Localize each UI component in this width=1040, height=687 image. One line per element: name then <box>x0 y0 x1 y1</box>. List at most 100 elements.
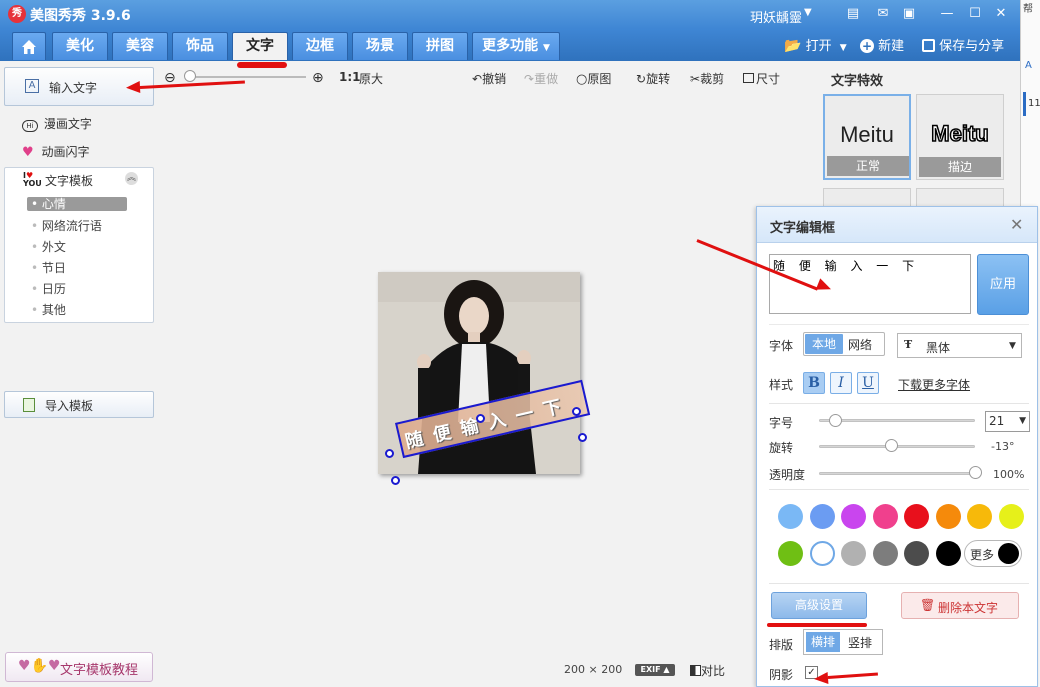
effect-card-partial[interactable] <box>916 188 1004 206</box>
exif-button[interactable]: EXIF ▲ <box>635 664 675 676</box>
more-colors-button[interactable]: 更多 <box>964 540 1022 567</box>
effect-normal[interactable]: Meitu 正常 <box>823 94 911 180</box>
color-swatch[interactable] <box>998 504 1024 529</box>
template-category-item[interactable]: • 外文 <box>31 238 66 255</box>
advanced-settings-button[interactable]: 高级设置 <box>771 592 867 619</box>
skin-icon[interactable]: ▤ <box>843 4 863 24</box>
template-category-item[interactable]: • 网络流行语 <box>31 217 102 234</box>
font-size-slider-thumb[interactable] <box>828 414 842 427</box>
template-category-item[interactable]: • 节日 <box>31 259 66 276</box>
undo-button[interactable]: ↶撤销 <box>472 70 506 87</box>
annotation-underline-text-tab <box>237 62 287 68</box>
color-swatch[interactable] <box>809 504 835 529</box>
color-swatch[interactable] <box>904 504 929 529</box>
template-category-label: 日历 <box>41 282 66 296</box>
tab-beauty[interactable]: 美容 <box>112 32 168 60</box>
original-image-button[interactable]: ○原图 <box>576 70 611 87</box>
original-size-button[interactable]: 原大 <box>359 70 383 87</box>
color-swatch[interactable] <box>841 504 866 529</box>
close-icon[interactable]: ✕ <box>991 4 1011 24</box>
template-tutorial-button[interactable]: ♥✋♥ 文字模板教程 <box>5 652 153 682</box>
selection-handle[interactable] <box>578 433 587 442</box>
tab-accessories[interactable]: 饰品 <box>172 32 228 60</box>
layout-label: 排版 <box>769 638 794 652</box>
tab-beautify[interactable]: 美化 <box>52 32 108 60</box>
text-input-area[interactable]: 随 便 输 入 一 下 <box>769 254 971 314</box>
template-category-item[interactable]: • 其他 <box>31 301 66 318</box>
image-size-label: 200 × 200 <box>564 663 622 676</box>
tab-collage[interactable]: 拼图 <box>412 32 468 60</box>
tab-home[interactable] <box>12 32 46 60</box>
color-swatch[interactable] <box>778 504 803 529</box>
dialog-close-icon[interactable]: ✕ <box>1010 215 1023 234</box>
opacity-slider[interactable] <box>819 472 975 475</box>
color-swatch[interactable] <box>809 541 835 566</box>
tab-scenes[interactable]: 场景 <box>352 32 408 60</box>
menu-icon[interactable]: ▣ <box>899 4 919 24</box>
maximize-icon[interactable]: ☐ <box>965 4 985 24</box>
effect-card-partial[interactable] <box>823 188 911 206</box>
zoom-in-icon[interactable]: ⊕ <box>312 70 324 86</box>
font-source-web[interactable]: 网络 <box>848 336 872 353</box>
color-swatch[interactable] <box>935 541 961 566</box>
template-category-item[interactable]: • 日历 <box>31 280 66 297</box>
tutorial-label: 文字模板教程 <box>60 663 139 678</box>
download-fonts-link[interactable]: 下载更多字体 <box>898 376 970 393</box>
tab-more-features[interactable]: 更多功能 ▼ <box>472 32 560 60</box>
crop-button[interactable]: ✂裁剪 <box>690 70 724 87</box>
save-share-label: 保存与分享 <box>939 39 1005 54</box>
feedback-icon[interactable]: ✉ <box>873 4 893 24</box>
opacity-slider-thumb[interactable] <box>969 466 982 479</box>
color-swatch[interactable] <box>967 504 992 529</box>
resize-button[interactable]: 尺寸 <box>743 70 780 87</box>
italic-button[interactable]: I <box>830 372 852 394</box>
redo-button[interactable]: ↷重做 <box>524 70 558 87</box>
bold-button[interactable]: B <box>803 372 825 394</box>
zoom-slider[interactable] <box>186 76 306 78</box>
selection-handle[interactable] <box>391 476 400 485</box>
effect-outline[interactable]: Meitu 描边 <box>916 94 1004 180</box>
color-swatch[interactable] <box>778 541 803 566</box>
layout-vertical[interactable]: 竖排 <box>848 634 872 651</box>
underline-button[interactable]: U <box>857 372 879 394</box>
color-swatch[interactable] <box>872 504 898 529</box>
user-name[interactable]: 玥妖龋靈 <box>750 7 802 26</box>
font-source-local[interactable]: 本地 <box>805 334 843 354</box>
font-family-select[interactable]: Ŧ 黑体 ▼ <box>897 333 1022 358</box>
rotate-button[interactable]: ↻旋转 <box>636 70 670 87</box>
more-colors-label: 更多 <box>970 548 995 562</box>
tab-frames[interactable]: 边框 <box>292 32 348 60</box>
user-menu-caret-icon[interactable]: ▼ <box>804 7 812 18</box>
tab-text[interactable]: 文字 <box>232 32 288 60</box>
app-logo: 秀 <box>8 5 26 23</box>
comic-text-item[interactable]: Hi 漫画文字 <box>22 115 92 132</box>
color-swatch[interactable] <box>935 504 961 529</box>
chevron-down-icon: ▼ <box>1009 341 1016 351</box>
apply-button[interactable]: 应用 <box>977 254 1029 315</box>
animated-text-item[interactable]: ♥ 动画闪字 <box>22 143 90 160</box>
save-share-button[interactable]: 保存与分享 <box>922 35 1004 54</box>
rotate-slider-thumb[interactable] <box>884 439 898 452</box>
template-category-item[interactable]: • 心情 <box>27 197 127 211</box>
folder-icon: 📂 <box>784 38 802 54</box>
minimize-icon[interactable]: — <box>937 4 957 24</box>
open-button[interactable]: 📂 打开 ▼ <box>784 35 847 54</box>
template-category-label: 节日 <box>41 261 66 275</box>
dialog-header: 文字编辑框 ✕ <box>757 207 1037 243</box>
new-label: 新建 <box>878 39 905 54</box>
font-size-slider[interactable] <box>819 419 975 422</box>
color-swatch[interactable] <box>841 541 866 566</box>
rotate-handle[interactable] <box>476 414 485 423</box>
selection-handle[interactable] <box>385 449 394 458</box>
color-swatch[interactable] <box>872 541 898 566</box>
color-swatch[interactable] <box>904 541 929 566</box>
import-template-button[interactable]: 导入模板 <box>4 391 154 418</box>
collapse-icon[interactable]: ︽ <box>125 172 138 185</box>
new-button[interactable]: + 新建 <box>860 35 904 54</box>
font-size-select[interactable]: 21 ▼ <box>985 411 1030 432</box>
delete-text-button[interactable]: 🗑 删除本文字 <box>901 592 1019 619</box>
selection-handle[interactable] <box>572 407 581 416</box>
layout-horizontal[interactable]: 横排 <box>806 632 840 652</box>
compare-button[interactable]: 对比 <box>690 662 725 679</box>
zoom-slider-thumb[interactable] <box>184 70 196 82</box>
